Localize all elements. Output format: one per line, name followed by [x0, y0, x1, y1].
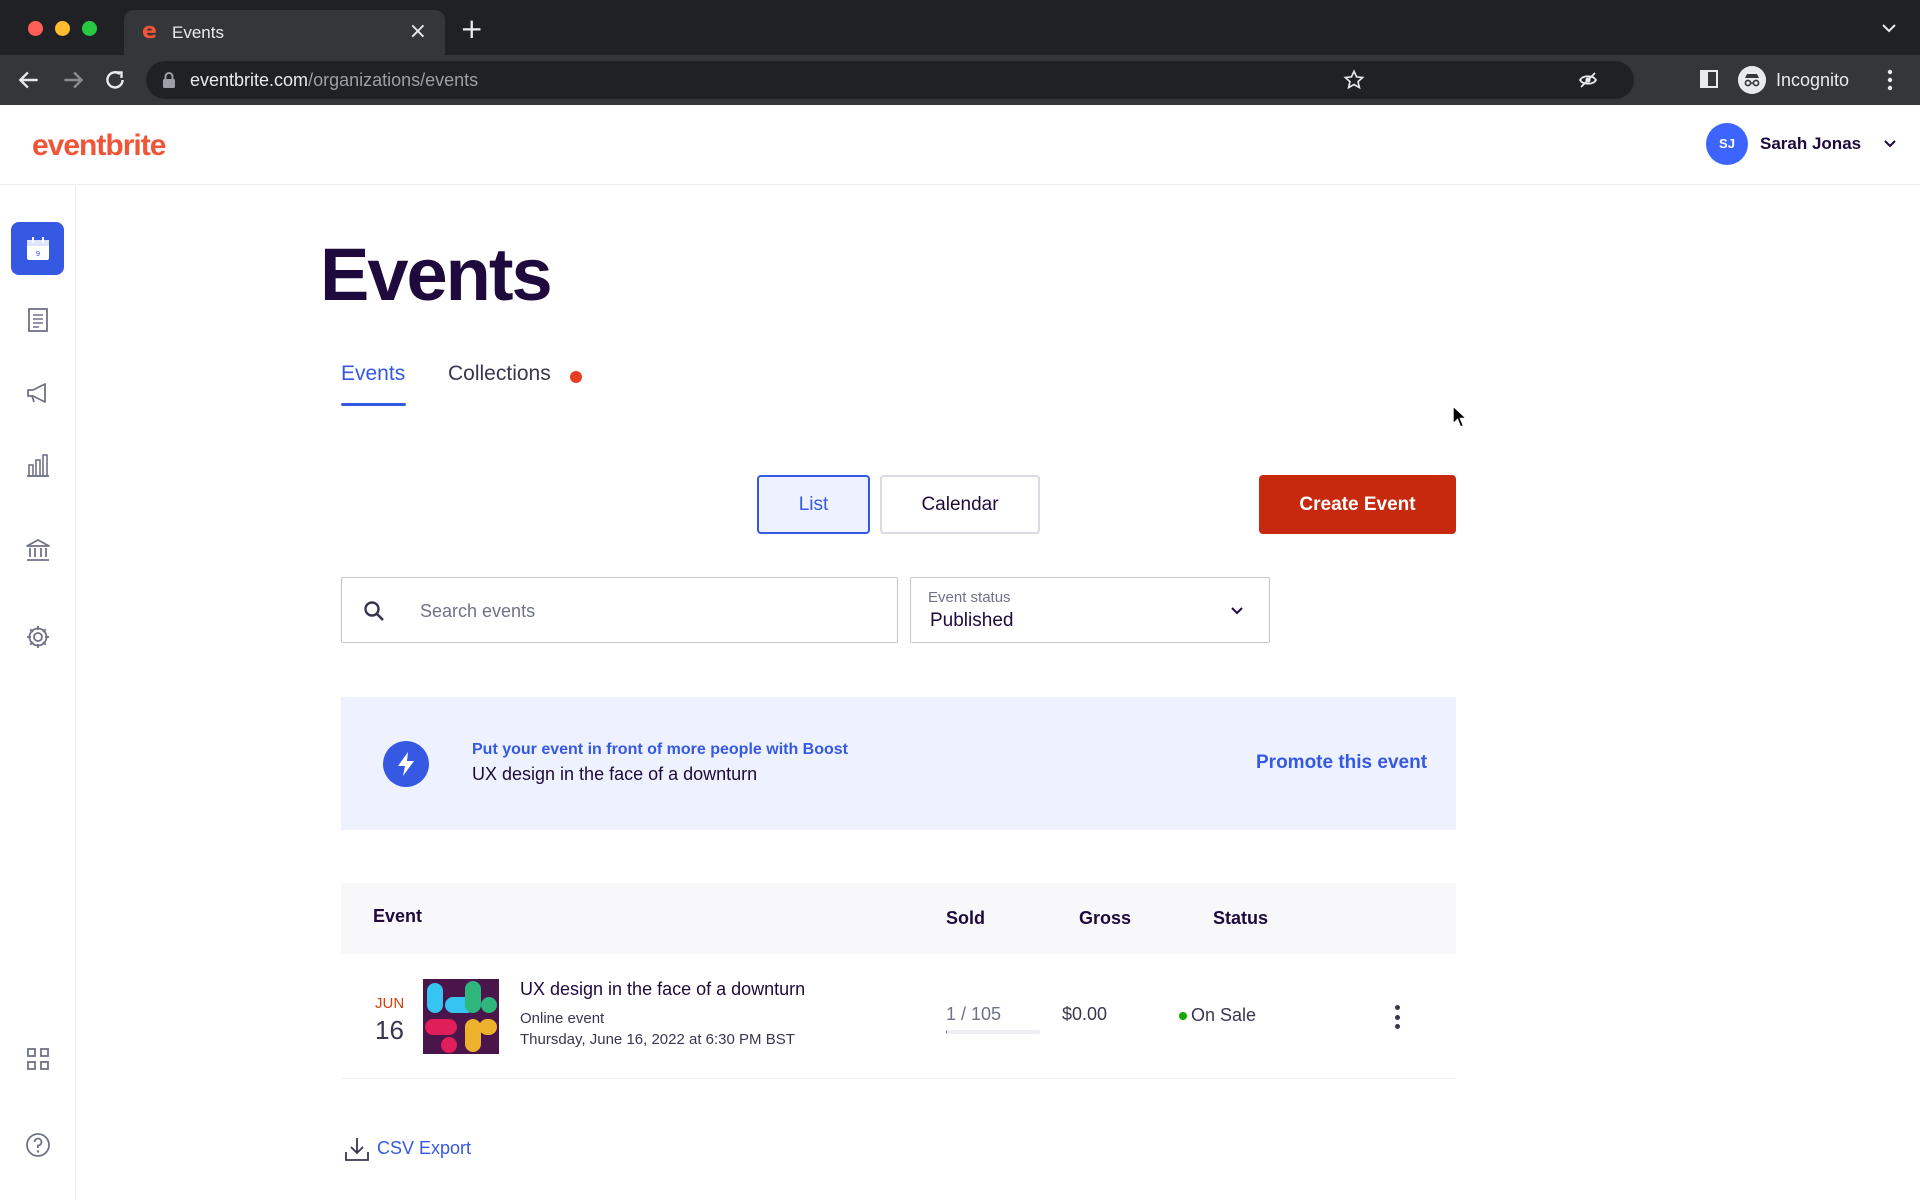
app-header: eventbrite SJ Sarah Jonas: [0, 105, 1920, 185]
page-title: Events: [320, 233, 553, 316]
event-status-label: Event status: [928, 589, 1011, 606]
url-host: eventbrite.com: [190, 70, 309, 90]
gross-amount: $0.00: [1062, 1004, 1108, 1024]
status-badge: On Sale: [1191, 1005, 1257, 1025]
browser-tab[interactable]: e Events ×: [124, 10, 445, 55]
window-minimize-button[interactable]: [55, 21, 70, 36]
reload-icon[interactable]: [102, 67, 128, 93]
event-type: Online event: [520, 1010, 605, 1027]
event-status-select[interactable]: Event status Published: [910, 577, 1270, 643]
search-input[interactable]: [420, 596, 870, 626]
sidebar-item-apps[interactable]: [11, 1032, 64, 1085]
event-title[interactable]: UX design in the face of a downturn: [520, 979, 805, 1000]
browser-toolbar: eventbrite.com/organizations/events Inco…: [0, 55, 1920, 105]
url-text: eventbrite.com/organizations/events: [190, 70, 478, 91]
sidebar: 9: [0, 186, 76, 1200]
column-header-gross: Gross: [1079, 908, 1132, 928]
side-panel-icon[interactable]: [1700, 70, 1718, 88]
sidebar-item-settings[interactable]: [11, 610, 64, 663]
boost-kicker: Put your event in front of more people w…: [472, 741, 849, 758]
calendar-view-button[interactable]: Calendar: [880, 475, 1040, 534]
app-grid-icon: [26, 1047, 49, 1070]
csv-export-label: CSV Export: [377, 1138, 472, 1158]
mouse-cursor-icon: [1452, 404, 1469, 428]
megaphone-icon: [26, 382, 46, 403]
download-icon: [345, 1138, 369, 1161]
table-row[interactable]: JUN 16 UX design in the face of a downtu…: [341, 955, 1456, 1079]
events-table-header: Event Sold Gross Status: [341, 883, 1456, 954]
notification-dot: [570, 371, 582, 383]
url-path: /organizations/events: [308, 70, 479, 90]
active-tab-indicator: [341, 403, 406, 406]
incognito-icon: [1738, 66, 1766, 94]
tab-events[interactable]: Events: [341, 362, 405, 386]
tickets-sold-progress-fill: [946, 1030, 947, 1034]
sidebar-item-help[interactable]: [11, 1118, 64, 1171]
lock-icon: [163, 72, 175, 88]
chevron-down-icon: [1884, 140, 1896, 148]
sidebar-item-events[interactable]: 9: [11, 222, 64, 275]
back-arrow-icon[interactable]: [16, 67, 42, 93]
eventbrite-favicon-icon: e: [142, 19, 157, 44]
bar-chart-icon: [26, 453, 49, 477]
boost-banner: Put your event in front of more people w…: [341, 697, 1456, 830]
gear-icon: [26, 625, 49, 648]
user-name: Sarah Jonas: [1760, 134, 1862, 153]
chevron-down-icon: [1231, 607, 1243, 615]
sidebar-item-marketing[interactable]: [11, 366, 64, 419]
column-header-status: Status: [1213, 908, 1269, 928]
calendar-icon: 9: [26, 236, 49, 260]
event-datetime: Thursday, June 16, 2022 at 6:30 PM BST: [520, 1031, 795, 1048]
finance-bank-icon: [25, 538, 50, 561]
tickets-sold-progress: [946, 1030, 1040, 1034]
status-dot: [1179, 1012, 1187, 1020]
sidebar-item-orders[interactable]: [11, 293, 64, 346]
list-view-button[interactable]: List: [757, 475, 870, 534]
tab-close-icon[interactable]: ×: [409, 19, 427, 44]
browser-tab-bar: e Events × +: [0, 0, 1920, 55]
eventbrite-logo[interactable]: eventbrite: [32, 129, 166, 163]
window-maximize-button[interactable]: [82, 21, 97, 36]
create-event-button[interactable]: Create Event: [1259, 475, 1456, 534]
orders-icon: [27, 307, 48, 332]
lightning-bolt-icon: [383, 741, 429, 787]
forward-arrow-icon[interactable]: [60, 67, 86, 93]
tab-title: Events: [172, 23, 224, 42]
tickets-sold: 1 / 105: [946, 1004, 1002, 1024]
event-thumbnail[interactable]: [423, 979, 499, 1054]
promote-event-link[interactable]: Promote this event: [1256, 752, 1427, 774]
svg-text:9: 9: [35, 250, 39, 258]
event-day: 16: [375, 1015, 404, 1045]
browser-menu-icon[interactable]: [1886, 69, 1894, 91]
help-icon: [25, 1132, 50, 1157]
new-tab-button[interactable]: +: [460, 15, 483, 43]
row-actions-menu-icon[interactable]: [1391, 1005, 1403, 1029]
column-header-event: Event: [373, 906, 423, 926]
sidebar-item-finance[interactable]: [11, 523, 64, 576]
address-bar[interactable]: eventbrite.com/organizations/events: [146, 61, 1634, 99]
tab-search-chevron-icon[interactable]: [1880, 19, 1898, 37]
search-box[interactable]: [341, 577, 898, 643]
sidebar-item-reports[interactable]: [11, 438, 64, 491]
event-month: JUN: [375, 995, 405, 1012]
eye-slash-icon[interactable]: [1578, 70, 1598, 90]
bookmark-star-icon[interactable]: [1343, 69, 1365, 91]
column-header-sold: Sold: [946, 908, 985, 928]
avatar: SJ: [1706, 123, 1748, 165]
search-icon: [364, 601, 384, 621]
incognito-label: Incognito: [1776, 70, 1850, 90]
event-status-value: Published: [930, 610, 1014, 631]
window-close-button[interactable]: [28, 21, 43, 36]
boost-event-name: UX design in the face of a downturn: [472, 764, 758, 784]
tab-collections[interactable]: Collections: [448, 362, 551, 386]
